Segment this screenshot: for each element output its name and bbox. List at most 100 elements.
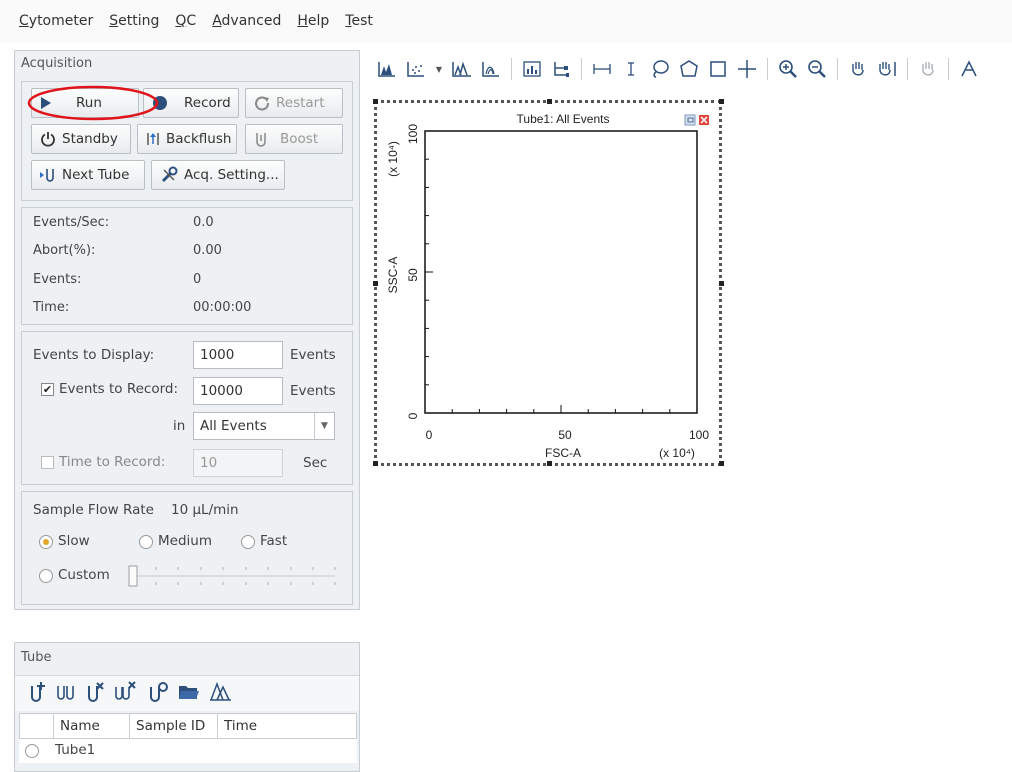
abort-value: 0.00 <box>193 243 222 258</box>
in-label: in <box>173 418 186 434</box>
name-column-header[interactable]: Name <box>54 714 130 738</box>
time-value: 00:00:00 <box>193 300 252 315</box>
menu-item[interactable]: Test <box>344 11 374 31</box>
menu-item[interactable]: Setting <box>108 11 160 31</box>
y-axis-label: SSC-A <box>386 257 400 294</box>
time-column-header[interactable]: Time <box>218 714 356 738</box>
custom-label: Custom <box>58 567 110 583</box>
resize-handle[interactable] <box>719 281 724 286</box>
dot-plot-icon[interactable] <box>405 58 427 80</box>
tube-row-radio[interactable] <box>25 744 39 758</box>
x-tick-label: 50 <box>558 428 572 442</box>
standby-button[interactable]: Standby <box>31 124 131 154</box>
delete-multi-tube-icon[interactable] <box>114 681 138 707</box>
plot-area[interactable] <box>424 130 698 414</box>
tube-table-header: Name Sample ID Time <box>19 713 357 739</box>
wrench-icon <box>160 166 178 184</box>
resize-handle[interactable] <box>373 461 378 466</box>
events-to-record-unit: Events <box>290 383 336 399</box>
zoom-in-icon[interactable] <box>777 58 799 80</box>
boost-button[interactable]: Boost <box>245 124 343 154</box>
toolbar-separator <box>948 58 949 80</box>
y-tick-label: 50 <box>406 268 420 282</box>
resize-handle[interactable] <box>719 99 724 104</box>
chevron-down-icon[interactable]: ▼ <box>434 58 444 80</box>
close-icon[interactable] <box>699 115 709 125</box>
events-value: 0 <box>193 272 202 287</box>
restore-icon[interactable] <box>684 114 696 126</box>
x-tick-label: 0 <box>426 428 433 442</box>
custom-radio[interactable] <box>39 569 53 583</box>
toolbar-separator <box>767 58 768 80</box>
polygon-gate-icon[interactable] <box>678 58 700 80</box>
events-to-display-label: Events to Display: <box>33 347 155 363</box>
resize-handle[interactable] <box>719 461 724 466</box>
next-tube-button[interactable]: Next Tube <box>31 160 145 190</box>
events-label: Events: <box>33 272 82 287</box>
delete-tube-icon[interactable] <box>85 681 105 707</box>
histogram-overlay-icon[interactable] <box>209 681 233 707</box>
events-to-record-input[interactable]: 10000 <box>193 377 283 405</box>
text-annotation-icon[interactable] <box>958 58 980 80</box>
tube-row[interactable]: Tube1 <box>19 739 357 763</box>
next-tube-icon <box>40 167 56 183</box>
restart-button[interactable]: Restart <box>245 88 343 118</box>
flow-rate-slider[interactable] <box>125 559 339 593</box>
resize-handle[interactable] <box>373 99 378 104</box>
standby-label: Standby <box>62 131 118 147</box>
menu-item[interactable]: Advanced <box>211 11 282 31</box>
backflush-icon <box>146 131 160 147</box>
acquisition-panel: Acquisition Run Record Restart Standby B… <box>14 50 360 610</box>
slow-radio[interactable] <box>39 535 53 549</box>
pan-axis-hand-icon[interactable] <box>876 58 898 80</box>
menu-item[interactable]: QC <box>174 11 197 31</box>
menu-item-label: ytometer <box>28 13 94 29</box>
dot-plot-canvas[interactable]: Tube1: All Events 0 50 100 (x 10⁴) SSC-A… <box>377 103 719 463</box>
reset-hand-icon[interactable] <box>917 58 939 80</box>
power-icon <box>40 131 56 147</box>
y-tick-label: 100 <box>406 124 420 144</box>
toolbar-separator <box>511 58 512 80</box>
menu-item-mnemonic: Q <box>175 13 187 29</box>
rectangle-gate-icon[interactable] <box>707 58 729 80</box>
overlay-histogram-icon[interactable] <box>451 58 473 80</box>
quadrant-gate-icon[interactable] <box>736 58 758 80</box>
menu-item-mnemonic: A <box>212 13 222 29</box>
tube-row-name: Tube1 <box>55 742 96 758</box>
gate-hierarchy-icon[interactable] <box>550 58 572 80</box>
events-to-display-input[interactable]: 1000 <box>193 341 283 369</box>
events-to-record-checkbox[interactable]: ✔ <box>41 383 54 396</box>
x-tick-label: 100 <box>689 428 709 442</box>
open-folder-icon[interactable] <box>178 682 200 706</box>
time-to-record-checkbox[interactable] <box>41 456 54 469</box>
acq-setting-label: Acq. Setting... <box>184 167 279 183</box>
backflush-button[interactable]: Backflush <box>137 124 237 154</box>
menu-item[interactable]: Cytometer <box>18 11 94 31</box>
sample-id-column-header[interactable]: Sample ID <box>130 714 218 738</box>
gate-select[interactable]: All Events ▼ <box>193 412 335 440</box>
medium-radio[interactable] <box>139 535 153 549</box>
resize-handle[interactable] <box>547 461 552 466</box>
density-plot-icon[interactable] <box>480 58 502 80</box>
interval-gate-icon[interactable] <box>591 58 613 80</box>
histogram-icon[interactable] <box>376 58 398 80</box>
fast-radio[interactable] <box>241 535 255 549</box>
events-sec-value: 0.0 <box>193 215 214 230</box>
add-tube-icon[interactable] <box>27 681 47 707</box>
time-to-record-input[interactable]: 10 <box>193 449 283 477</box>
resize-handle[interactable] <box>547 99 552 104</box>
acq-setting-button[interactable]: Acq. Setting... <box>151 160 285 190</box>
multi-tube-icon[interactable] <box>56 681 76 707</box>
statistics-icon[interactable] <box>521 58 543 80</box>
chevron-down-icon[interactable]: ▼ <box>314 413 334 439</box>
resize-handle[interactable] <box>373 281 378 286</box>
dot-plot-window[interactable]: Tube1: All Events 0 50 100 (x 10⁴) SSC-A… <box>373 99 724 466</box>
zoom-out-icon[interactable] <box>806 58 828 80</box>
highlight-ellipse <box>27 85 159 121</box>
pan-hand-icon[interactable] <box>847 58 869 80</box>
lasso-gate-icon[interactable] <box>649 58 671 80</box>
tube-settings-icon[interactable] <box>147 681 169 707</box>
marker-gate-icon[interactable] <box>620 58 642 80</box>
menu-item[interactable]: Help <box>296 11 330 31</box>
events-to-record-label: Events to Record: <box>59 381 179 397</box>
